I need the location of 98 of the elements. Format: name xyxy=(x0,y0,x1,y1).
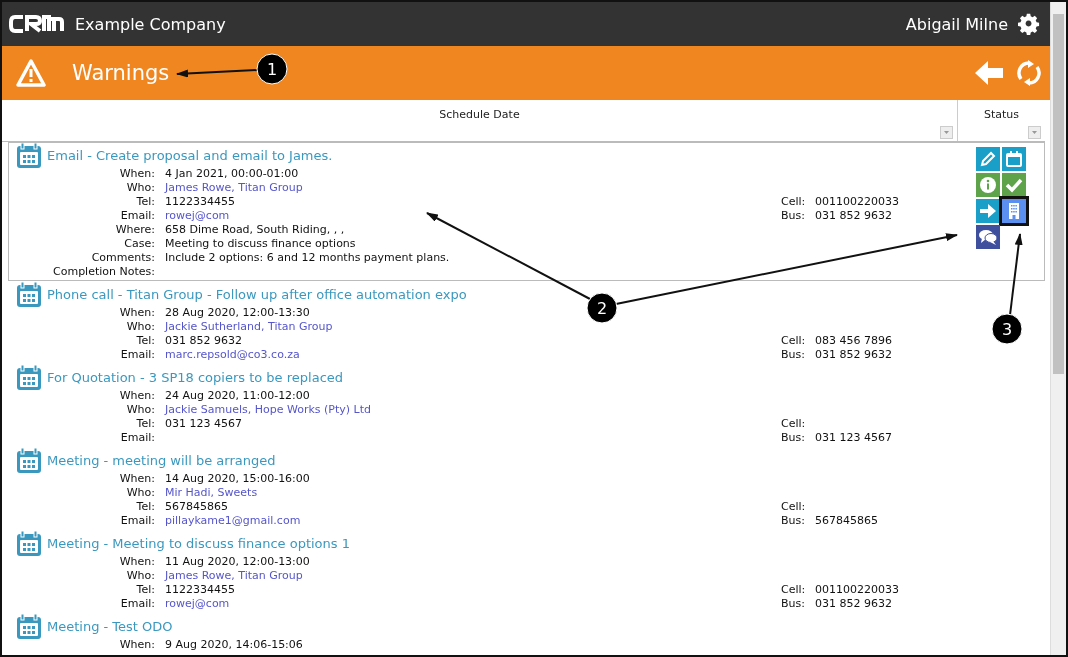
field-label: When: xyxy=(118,555,155,569)
activity-title[interactable]: For Quotation - 3 SP18 copiers to be replaced xyxy=(47,370,344,385)
scrollbar-thumb[interactable] xyxy=(1053,14,1064,374)
calendar-icon xyxy=(16,142,42,169)
field-label: Who: xyxy=(125,403,155,417)
field-value: 001100220033 xyxy=(815,583,899,597)
calendar-icon xyxy=(16,281,42,308)
field-label: When: xyxy=(118,306,155,320)
field-label: Bus: xyxy=(781,209,805,223)
field-value: 28 Aug 2020, 12:00-13:30 xyxy=(165,306,310,320)
field-value: 14 Aug 2020, 15:00-16:00 xyxy=(165,472,310,486)
field-label: Who: xyxy=(125,320,155,334)
field-label: Tel: xyxy=(135,500,155,514)
field-value: 031 852 9632 xyxy=(815,209,892,223)
refresh-icon[interactable] xyxy=(1016,60,1042,86)
column-header[interactable]: Schedule Date xyxy=(439,108,520,141)
field-value: 031 852 9632 xyxy=(815,597,892,611)
scrollbar[interactable] xyxy=(1050,2,1066,655)
activity-title[interactable]: Meeting - meeting will be arranged xyxy=(47,453,276,468)
field-label: Case: xyxy=(123,237,155,251)
callout-badge xyxy=(991,313,1023,345)
contact-link[interactable]: Jackie Samuels, Hope Works (Pty) Ltd xyxy=(165,403,371,417)
field-label: Bus: xyxy=(781,348,805,362)
field-value: 083 456 7896 xyxy=(815,334,892,348)
column-header[interactable]: Status xyxy=(983,108,1020,141)
field-value: Meeting to discuss finance options xyxy=(165,237,356,251)
activity-title[interactable]: Email - Create proposal and email to James. xyxy=(47,148,333,163)
field-label: Who: xyxy=(125,569,155,583)
field-label: Tel: xyxy=(135,417,155,431)
company-name: Example Company xyxy=(75,14,227,34)
field-label: Email: xyxy=(119,431,155,445)
contact-link[interactable]: Mir Hadi, Sweets xyxy=(165,486,258,500)
field-label: Email: xyxy=(119,209,155,223)
back-arrow-icon[interactable] xyxy=(974,60,1004,86)
activity-title[interactable]: Phone call - Titan Group - Follow up after office automation expo xyxy=(47,287,467,302)
field-label: Cell: xyxy=(781,417,805,431)
field-label: Cell: xyxy=(781,500,805,514)
field-value: 4 Jan 2021, 00:00-01:00 xyxy=(165,167,299,181)
field-value: 031 852 9632 xyxy=(165,334,242,348)
contact-link[interactable]: rowej@com xyxy=(165,209,230,223)
crm-logo xyxy=(9,14,65,34)
field-label: Who: xyxy=(125,181,155,195)
field-label: When: xyxy=(118,472,155,486)
contact-link[interactable]: marc.repsold@co3.co.za xyxy=(165,348,300,362)
calendar-icon xyxy=(16,530,42,557)
warning-icon xyxy=(16,59,46,87)
page-title: Warnings xyxy=(72,61,170,85)
field-label: When: xyxy=(118,167,155,181)
contact-link[interactable]: Jackie Sutherland, Titan Group xyxy=(165,320,333,334)
callout-badge xyxy=(586,292,618,324)
settings-icon[interactable] xyxy=(1018,13,1040,35)
field-label: Completion Notes: xyxy=(52,265,155,279)
checkmark-icon[interactable] xyxy=(1002,173,1026,197)
field-label: Email: xyxy=(119,597,155,611)
activity-title[interactable]: Meeting - Meeting to discuss finance options 1 xyxy=(47,536,350,551)
callout-badge xyxy=(256,53,288,85)
field-label: Bus: xyxy=(781,514,805,528)
field-value: 11 Aug 2020, 12:00-13:00 xyxy=(165,555,310,569)
field-label: Bus: xyxy=(781,431,805,445)
calendar-icon xyxy=(16,364,42,391)
field-label: Email: xyxy=(119,348,155,362)
field-label: Bus: xyxy=(781,597,805,611)
callout-number: 3 xyxy=(1001,320,1013,339)
field-label: Cell: xyxy=(781,583,805,597)
field-value: 567845865 xyxy=(165,500,228,514)
calendar-icon xyxy=(16,613,42,640)
field-value: 9 Aug 2020, 14:06-15:06 xyxy=(165,638,303,652)
field-value: 031 852 9632 xyxy=(815,348,892,362)
field-value: 1122334455 xyxy=(165,583,235,597)
field-value: 658 Dime Road, South Riding, , , xyxy=(165,223,345,237)
field-label: Who: xyxy=(125,486,155,500)
speech-bubbles-icon[interactable] xyxy=(976,225,1000,249)
field-value: 24 Aug 2020, 11:00-12:00 xyxy=(165,389,310,403)
contact-link[interactable]: rowej@com xyxy=(165,597,230,611)
field-label: Tel: xyxy=(135,334,155,348)
field-value: 567845865 xyxy=(815,514,878,528)
callout-number: 1 xyxy=(266,60,278,79)
field-value: 031 123 4567 xyxy=(165,417,242,431)
field-label: Cell: xyxy=(781,334,805,348)
field-label: Cell: xyxy=(781,195,805,209)
callout-number: 2 xyxy=(596,299,608,318)
contact-link[interactable]: James Rowe, Titan Group xyxy=(165,181,303,195)
field-label: Email: xyxy=(119,514,155,528)
field-label: When: xyxy=(118,638,155,652)
field-label: When: xyxy=(118,389,155,403)
field-value: 031 123 4567 xyxy=(815,431,892,445)
field-value: 001100220033 xyxy=(815,195,899,209)
contact-link[interactable]: pillaykame1@gmail.com xyxy=(165,514,301,528)
calendar-icon xyxy=(16,447,42,474)
activity-title[interactable]: Meeting - Test ODO xyxy=(47,619,173,634)
field-label: Tel: xyxy=(135,195,155,209)
field-label: Comments: xyxy=(90,251,155,265)
field-value: 1122334455 xyxy=(165,195,235,209)
field-label: Where: xyxy=(114,223,155,237)
field-label: Tel: xyxy=(135,583,155,597)
contact-link[interactable]: James Rowe, Titan Group xyxy=(165,569,303,583)
user-name[interactable]: Abigail Milne xyxy=(905,14,1008,34)
field-value: Include 2 options: 6 and 12 months payment plans. xyxy=(165,251,450,265)
